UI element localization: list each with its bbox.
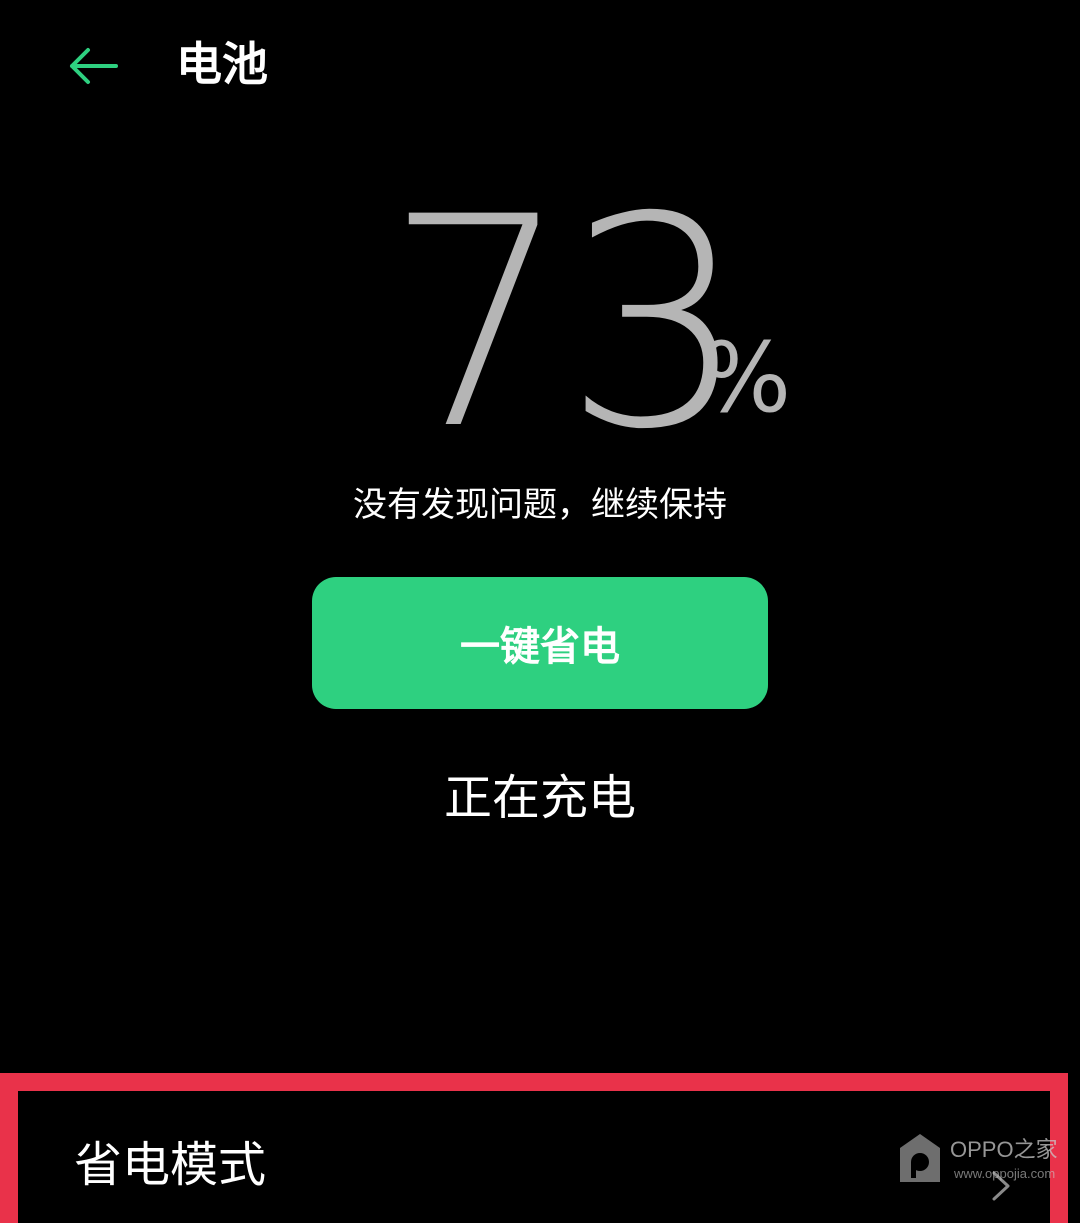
watermark-url: www.oppojia.com <box>954 1166 1056 1181</box>
battery-level-readout: 73 % <box>0 156 1080 493</box>
page-title: 电池 <box>176 37 268 91</box>
watermark-brand: OPPO之家 <box>950 1137 1058 1162</box>
arrow-left-icon <box>70 48 118 84</box>
battery-level-value: 73 <box>385 156 748 493</box>
charging-status: 正在充电 <box>443 770 636 826</box>
one-tap-power-save-button[interactable]: 一键省电 <box>312 577 768 709</box>
power-saving-mode-label: 省电模式 <box>74 1137 267 1193</box>
watermark: OPPO之家 www.oppojia.com <box>898 1130 1068 1194</box>
header: 电池 <box>0 0 1080 130</box>
battery-level-unit: % <box>700 322 792 434</box>
back-button[interactable] <box>58 38 128 94</box>
battery-status-message: 没有发现问题，继续保持 <box>353 485 727 525</box>
oppo-home-logo-icon <box>900 1134 940 1182</box>
